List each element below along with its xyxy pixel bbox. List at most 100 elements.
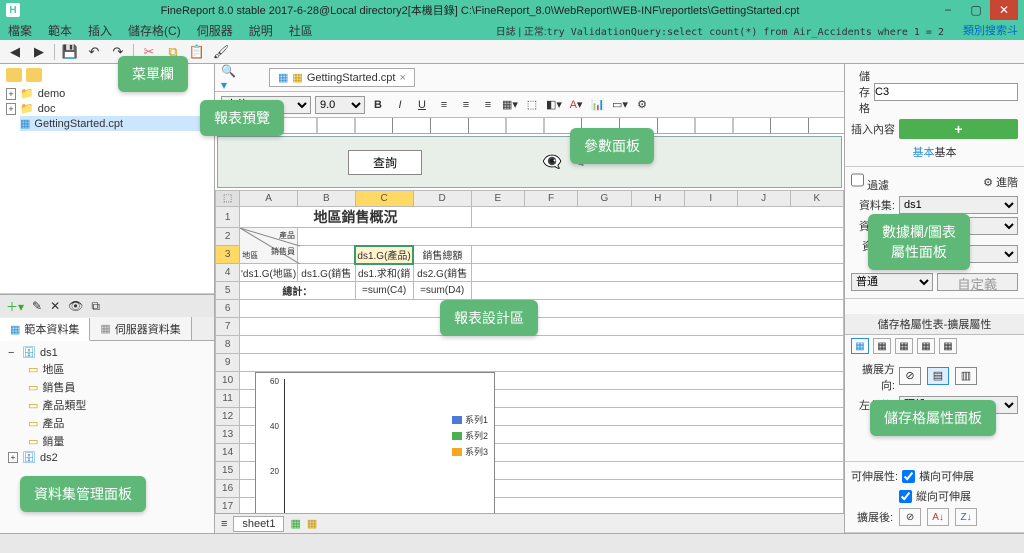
ds-preview-icon[interactable]: 👁 [66, 299, 85, 313]
paste-icon[interactable]: 📋 [188, 43, 206, 61]
ds-field[interactable]: ▭產品 [28, 414, 206, 432]
col-header[interactable]: J [737, 191, 790, 207]
expand-down[interactable]: ▤ [927, 367, 949, 385]
maximize-button[interactable]: ▢ [962, 0, 990, 20]
sheet-tab[interactable]: sheet1 [233, 516, 284, 532]
spreadsheet[interactable]: ⬚ A B C D E F G H I J K [215, 190, 844, 513]
italic-icon[interactable]: I [391, 96, 409, 114]
ds-node-ds1[interactable]: −🗄ds1 [8, 345, 206, 360]
menu-help[interactable]: 說明 [247, 22, 275, 39]
menu-template[interactable]: 範本 [46, 22, 74, 39]
merge-icon[interactable]: ⬚ [523, 96, 541, 114]
undo-icon[interactable]: ↶ [85, 43, 103, 61]
corner-cell[interactable]: ⬚ [216, 191, 240, 207]
menu-cell[interactable]: 儲存格(C) [126, 22, 183, 39]
close-button[interactable]: ✕ [990, 0, 1018, 20]
title-cell[interactable]: 地區銷售概況 [240, 207, 472, 228]
ds-field[interactable]: ▭產品類型 [28, 396, 206, 414]
stretch-v-checkbox[interactable] [899, 490, 912, 503]
attr-tab-4[interactable]: ▦ [917, 338, 935, 354]
col-header[interactable]: A [240, 191, 298, 207]
forward-icon[interactable]: ▶ [30, 43, 48, 61]
hide-icon[interactable]: 👁‍🗨 [542, 152, 562, 172]
query-button[interactable]: 查詢 [348, 150, 422, 175]
condition-icon[interactable]: ⚙ [633, 96, 651, 114]
cell-ref-input[interactable] [874, 83, 1018, 101]
align-center-icon[interactable]: ≡ [457, 96, 475, 114]
ds-copy-icon[interactable]: ⧉ [89, 299, 102, 314]
tree-item-doc[interactable]: + 📁 doc [6, 101, 208, 116]
widget-icon[interactable]: ▭▾ [611, 96, 629, 114]
col-header[interactable]: E [471, 191, 524, 207]
tab-close-icon[interactable]: × [399, 72, 405, 84]
menu-community[interactable]: 社區 [287, 22, 315, 39]
col-header[interactable]: F [524, 191, 577, 207]
attr-tab-3[interactable]: ▦ [895, 338, 913, 354]
file-tab[interactable]: ▦ ▦ GettingStarted.cpt × [269, 68, 415, 87]
attr-tab-1[interactable]: ▦ [851, 338, 869, 354]
ds-edit-icon[interactable]: ✎ [30, 299, 44, 313]
parameter-panel[interactable]: 查詢 👁‍🗨 ✎ [217, 136, 842, 188]
format-painter-icon[interactable]: 🖌 [212, 43, 230, 61]
dataset-select[interactable]: ds1 [899, 196, 1018, 214]
expand-right[interactable]: ▥ [955, 367, 977, 385]
align-right-icon[interactable]: ≡ [479, 96, 497, 114]
col-header[interactable]: B [298, 191, 356, 207]
menu-file[interactable]: 檔案 [6, 22, 34, 39]
menu-insert[interactable]: 插入 [86, 22, 114, 39]
font-color-icon[interactable]: A▾ [567, 96, 585, 114]
sort-desc[interactable]: Z↓ [955, 508, 977, 526]
border-icon[interactable]: ▦▾ [501, 96, 519, 114]
chart-icon[interactable]: 📊 [589, 96, 607, 114]
preview-icon[interactable]: 🔍▾ [221, 68, 241, 88]
ds-field[interactable]: ▭銷量 [28, 432, 206, 450]
tab-server-ds[interactable]: ▦伺服器資料集 [90, 317, 191, 340]
menu-server[interactable]: 伺服器 [195, 22, 235, 39]
sort-asc[interactable]: A↓ [927, 508, 949, 526]
row-header[interactable]: 4 [216, 264, 240, 282]
font-size-select[interactable]: 9.0 [315, 96, 365, 114]
filter-checkbox[interactable] [851, 171, 864, 189]
normal-select[interactable]: 普通 [851, 273, 933, 291]
bar-chart[interactable]: 60 40 20 0 分類1 分類2 分類3 [255, 372, 495, 513]
ds-node-ds2[interactable]: +🗄ds2 [8, 450, 206, 465]
insert-content-button[interactable]: + [899, 119, 1018, 139]
gear-icon[interactable]: ⚙ [983, 177, 993, 189]
sort-none[interactable]: ⊘ [899, 508, 921, 526]
col-header[interactable]: K [790, 191, 843, 207]
category-search[interactable]: 類別搜索斗 [963, 22, 1018, 38]
stretch-h-checkbox[interactable] [902, 470, 915, 483]
row-header[interactable]: 1 [216, 207, 240, 228]
save-icon[interactable]: 💾 [61, 43, 79, 61]
back-icon[interactable]: ◀ [6, 43, 24, 61]
custom-button[interactable]: 自定義 [937, 273, 1019, 291]
ds-field[interactable]: ▭銷售員 [28, 378, 206, 396]
underline-icon[interactable]: U [413, 96, 431, 114]
bold-icon[interactable]: B [369, 96, 387, 114]
align-left-icon[interactable]: ≡ [435, 96, 453, 114]
sheet-menu-icon[interactable]: ≡ [221, 518, 227, 530]
col-header[interactable]: H [631, 191, 684, 207]
col-header[interactable]: D [413, 191, 471, 207]
tab-template-ds[interactable]: ▦範本資料集 [0, 318, 90, 341]
row-header[interactable]: 3 [216, 246, 240, 264]
basic-tab[interactable]: 基本 [913, 147, 935, 159]
col-header[interactable]: I [684, 191, 737, 207]
ds-delete-icon[interactable]: ✕ [48, 299, 62, 313]
folder-btn-1[interactable] [6, 68, 22, 82]
folder-btn-2[interactable] [26, 68, 42, 82]
ds-add-icon[interactable]: ＋▾ [4, 298, 26, 315]
attr-tab-5[interactable]: ▦ [939, 338, 957, 354]
tree-item-cpt[interactable]: ▦ GettingStarted.cpt [20, 116, 208, 131]
expand-none[interactable]: ⊘ [899, 367, 921, 385]
sheet-add2-icon[interactable]: ▦ [307, 517, 317, 530]
selected-cell[interactable]: ds1.G(產品) [355, 246, 413, 264]
minimize-button[interactable]: − [934, 0, 962, 20]
sheet-add-icon[interactable]: ▦ [290, 517, 300, 530]
col-header[interactable]: C [355, 191, 413, 207]
col-header[interactable]: G [578, 191, 631, 207]
row-header[interactable]: 2 [216, 228, 240, 246]
ds-field[interactable]: ▭地區 [28, 360, 206, 378]
attr-tab-2[interactable]: ▦ [873, 338, 891, 354]
fill-color-icon[interactable]: ◧▾ [545, 96, 563, 114]
